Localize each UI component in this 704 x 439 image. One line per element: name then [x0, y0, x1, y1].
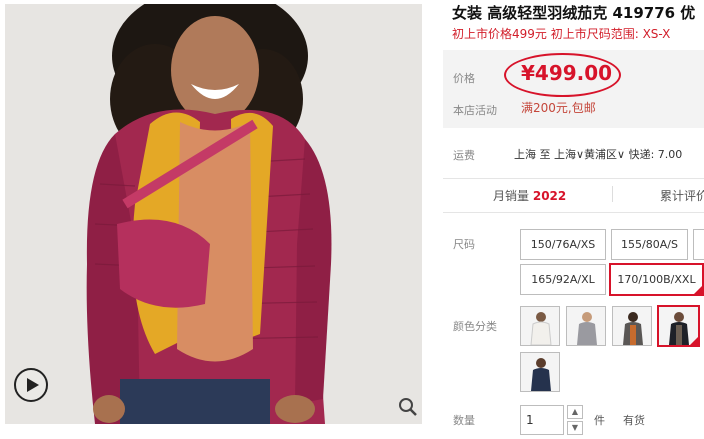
stats-divider: [612, 186, 613, 202]
cumulative-reviews[interactable]: 累计评价: [660, 187, 704, 204]
sales-value: 2022: [532, 189, 567, 203]
size-option-xxl-selected[interactable]: 170/100B/XXL: [609, 263, 704, 296]
quantity-unit: 件: [594, 414, 605, 427]
size-option-xs[interactable]: 150/76A/XS: [520, 229, 606, 260]
color-swatch-navy[interactable]: [520, 352, 560, 392]
zoom-icon[interactable]: [397, 396, 419, 418]
size-option-xl[interactable]: 165/92A/XL: [520, 264, 606, 295]
promotion-text[interactable]: 满200元,包邮: [521, 99, 596, 116]
stock-status: 有货: [623, 414, 645, 427]
shipping-location-selector[interactable]: 上海 至 上海∨黄浦区∨ 快递: 7.00: [514, 146, 682, 162]
size-option-xxl-label: 170/100B/XXL: [617, 273, 696, 286]
price-label: 价格: [453, 72, 475, 85]
shipping-label: 运费: [453, 149, 475, 162]
price-highlight-circle: [504, 53, 621, 97]
promotion-label: 本店活动: [453, 104, 497, 117]
product-image[interactable]: [5, 4, 422, 424]
quantity-decrease-button[interactable]: ▼: [567, 421, 583, 435]
sales-label: 月销量: [493, 189, 530, 203]
quantity-increase-button[interactable]: ▲: [567, 405, 583, 419]
color-label: 颜色分类: [453, 320, 497, 333]
product-title: 女装 高级轻型羽绒茄克 419776 优: [452, 4, 696, 22]
monthly-sales: 月销量 2022: [493, 187, 566, 204]
size-option-s[interactable]: 155/80A/S: [611, 229, 688, 260]
color-swatch-dark-grey[interactable]: [612, 306, 652, 346]
selected-check-icon: [689, 336, 698, 345]
product-subtitle: 初上市价格499元 初上市尺码范围: XS-X: [452, 27, 671, 41]
play-video-icon[interactable]: [14, 368, 48, 402]
color-swatch-black-selected[interactable]: [657, 305, 700, 347]
selected-check-icon: [693, 285, 703, 295]
color-swatch-grey[interactable]: [566, 306, 606, 346]
size-label: 尺码: [453, 238, 475, 251]
size-option-more[interactable]: [693, 229, 704, 260]
quantity-input[interactable]: 1: [520, 405, 564, 435]
quantity-label: 数量: [453, 414, 475, 427]
color-swatch-white[interactable]: [520, 306, 560, 346]
